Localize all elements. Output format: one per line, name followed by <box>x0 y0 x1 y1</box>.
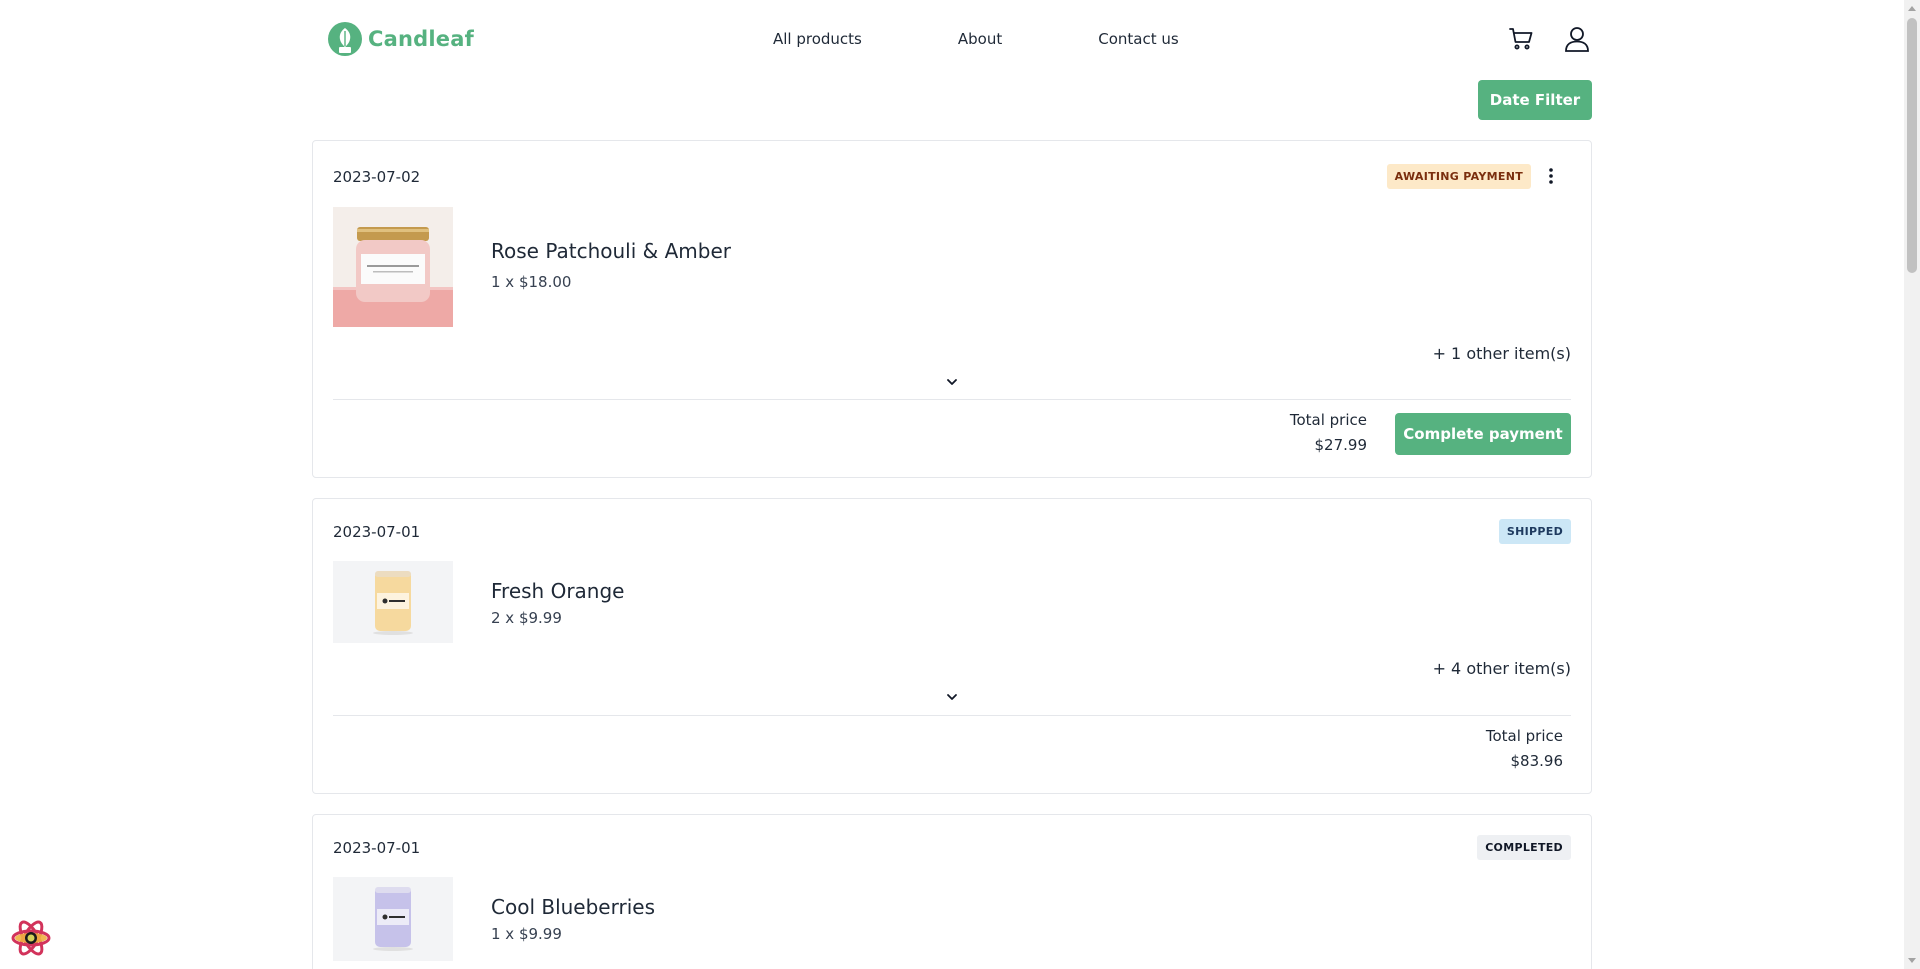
order-date: 2023-07-01 <box>333 523 421 541</box>
status-badge: Awaiting payment <box>1386 164 1531 189</box>
product-name[interactable]: Fresh Orange <box>491 579 625 603</box>
card-divider <box>333 715 1571 716</box>
chevron-down-icon[interactable] <box>945 376 959 388</box>
scroll-down-arrow-icon[interactable] <box>1904 953 1920 969</box>
total-price-label: Total price <box>1289 411 1367 429</box>
main-nav: All products About Contact us <box>773 30 1179 48</box>
order-card: 2023-07-01 Shipped Fresh Orange 2 x $9.9… <box>312 498 1592 794</box>
brand-logo[interactable]: Candleaf <box>328 22 474 56</box>
chevron-down-icon[interactable] <box>945 691 959 703</box>
scroll-up-arrow-icon[interactable] <box>1904 0 1920 16</box>
react-devtools-icon[interactable] <box>10 917 52 959</box>
product-quantity-price: 1 x $18.00 <box>491 273 572 291</box>
scrollbar-thumb[interactable] <box>1907 18 1917 273</box>
more-options-icon[interactable] <box>1541 166 1561 186</box>
product-thumbnail[interactable] <box>333 877 453 961</box>
cart-icon[interactable] <box>1506 24 1536 54</box>
product-quantity-price: 2 x $9.99 <box>491 609 562 627</box>
page-viewport: Candleaf All products About Contact us D… <box>0 0 1904 969</box>
user-icon[interactable] <box>1562 24 1592 54</box>
status-badge: Shipped <box>1498 519 1571 544</box>
product-thumbnail[interactable] <box>333 561 453 643</box>
order-date: 2023-07-01 <box>333 839 421 857</box>
vertical-scrollbar[interactable] <box>1904 0 1920 969</box>
site-header: Candleaf All products About Contact us <box>328 18 1592 60</box>
product-thumbnail[interactable] <box>333 207 453 327</box>
complete-payment-button[interactable]: Complete payment <box>1395 413 1571 455</box>
brand-name: Candleaf <box>368 27 474 51</box>
product-name[interactable]: Rose Patchouli & Amber <box>491 239 731 263</box>
header-icons <box>1506 24 1592 54</box>
status-badge: Completed <box>1477 835 1571 860</box>
order-card: 2023-07-01 Completed Cool Blueberries 1 … <box>312 814 1592 969</box>
nav-all-products[interactable]: All products <box>773 30 862 48</box>
total-price-label: Total price <box>1485 727 1563 745</box>
card-divider <box>333 399 1571 400</box>
nav-contact-us[interactable]: Contact us <box>1098 30 1178 48</box>
order-card: 2023-07-02 Awaiting payment Rose Patchou… <box>312 140 1592 478</box>
total-price-value: $83.96 <box>1510 752 1564 770</box>
leaf-logo-icon <box>328 22 362 56</box>
other-items-count: + 4 other item(s) <box>1432 659 1571 678</box>
product-quantity-price: 1 x $9.99 <box>491 925 562 943</box>
total-price-value: $27.99 <box>1314 436 1368 454</box>
date-filter-button[interactable]: Date Filter <box>1478 80 1592 120</box>
nav-about[interactable]: About <box>958 30 1002 48</box>
other-items-count: + 1 other item(s) <box>1432 344 1571 363</box>
product-name[interactable]: Cool Blueberries <box>491 895 655 919</box>
order-date: 2023-07-02 <box>333 168 421 186</box>
